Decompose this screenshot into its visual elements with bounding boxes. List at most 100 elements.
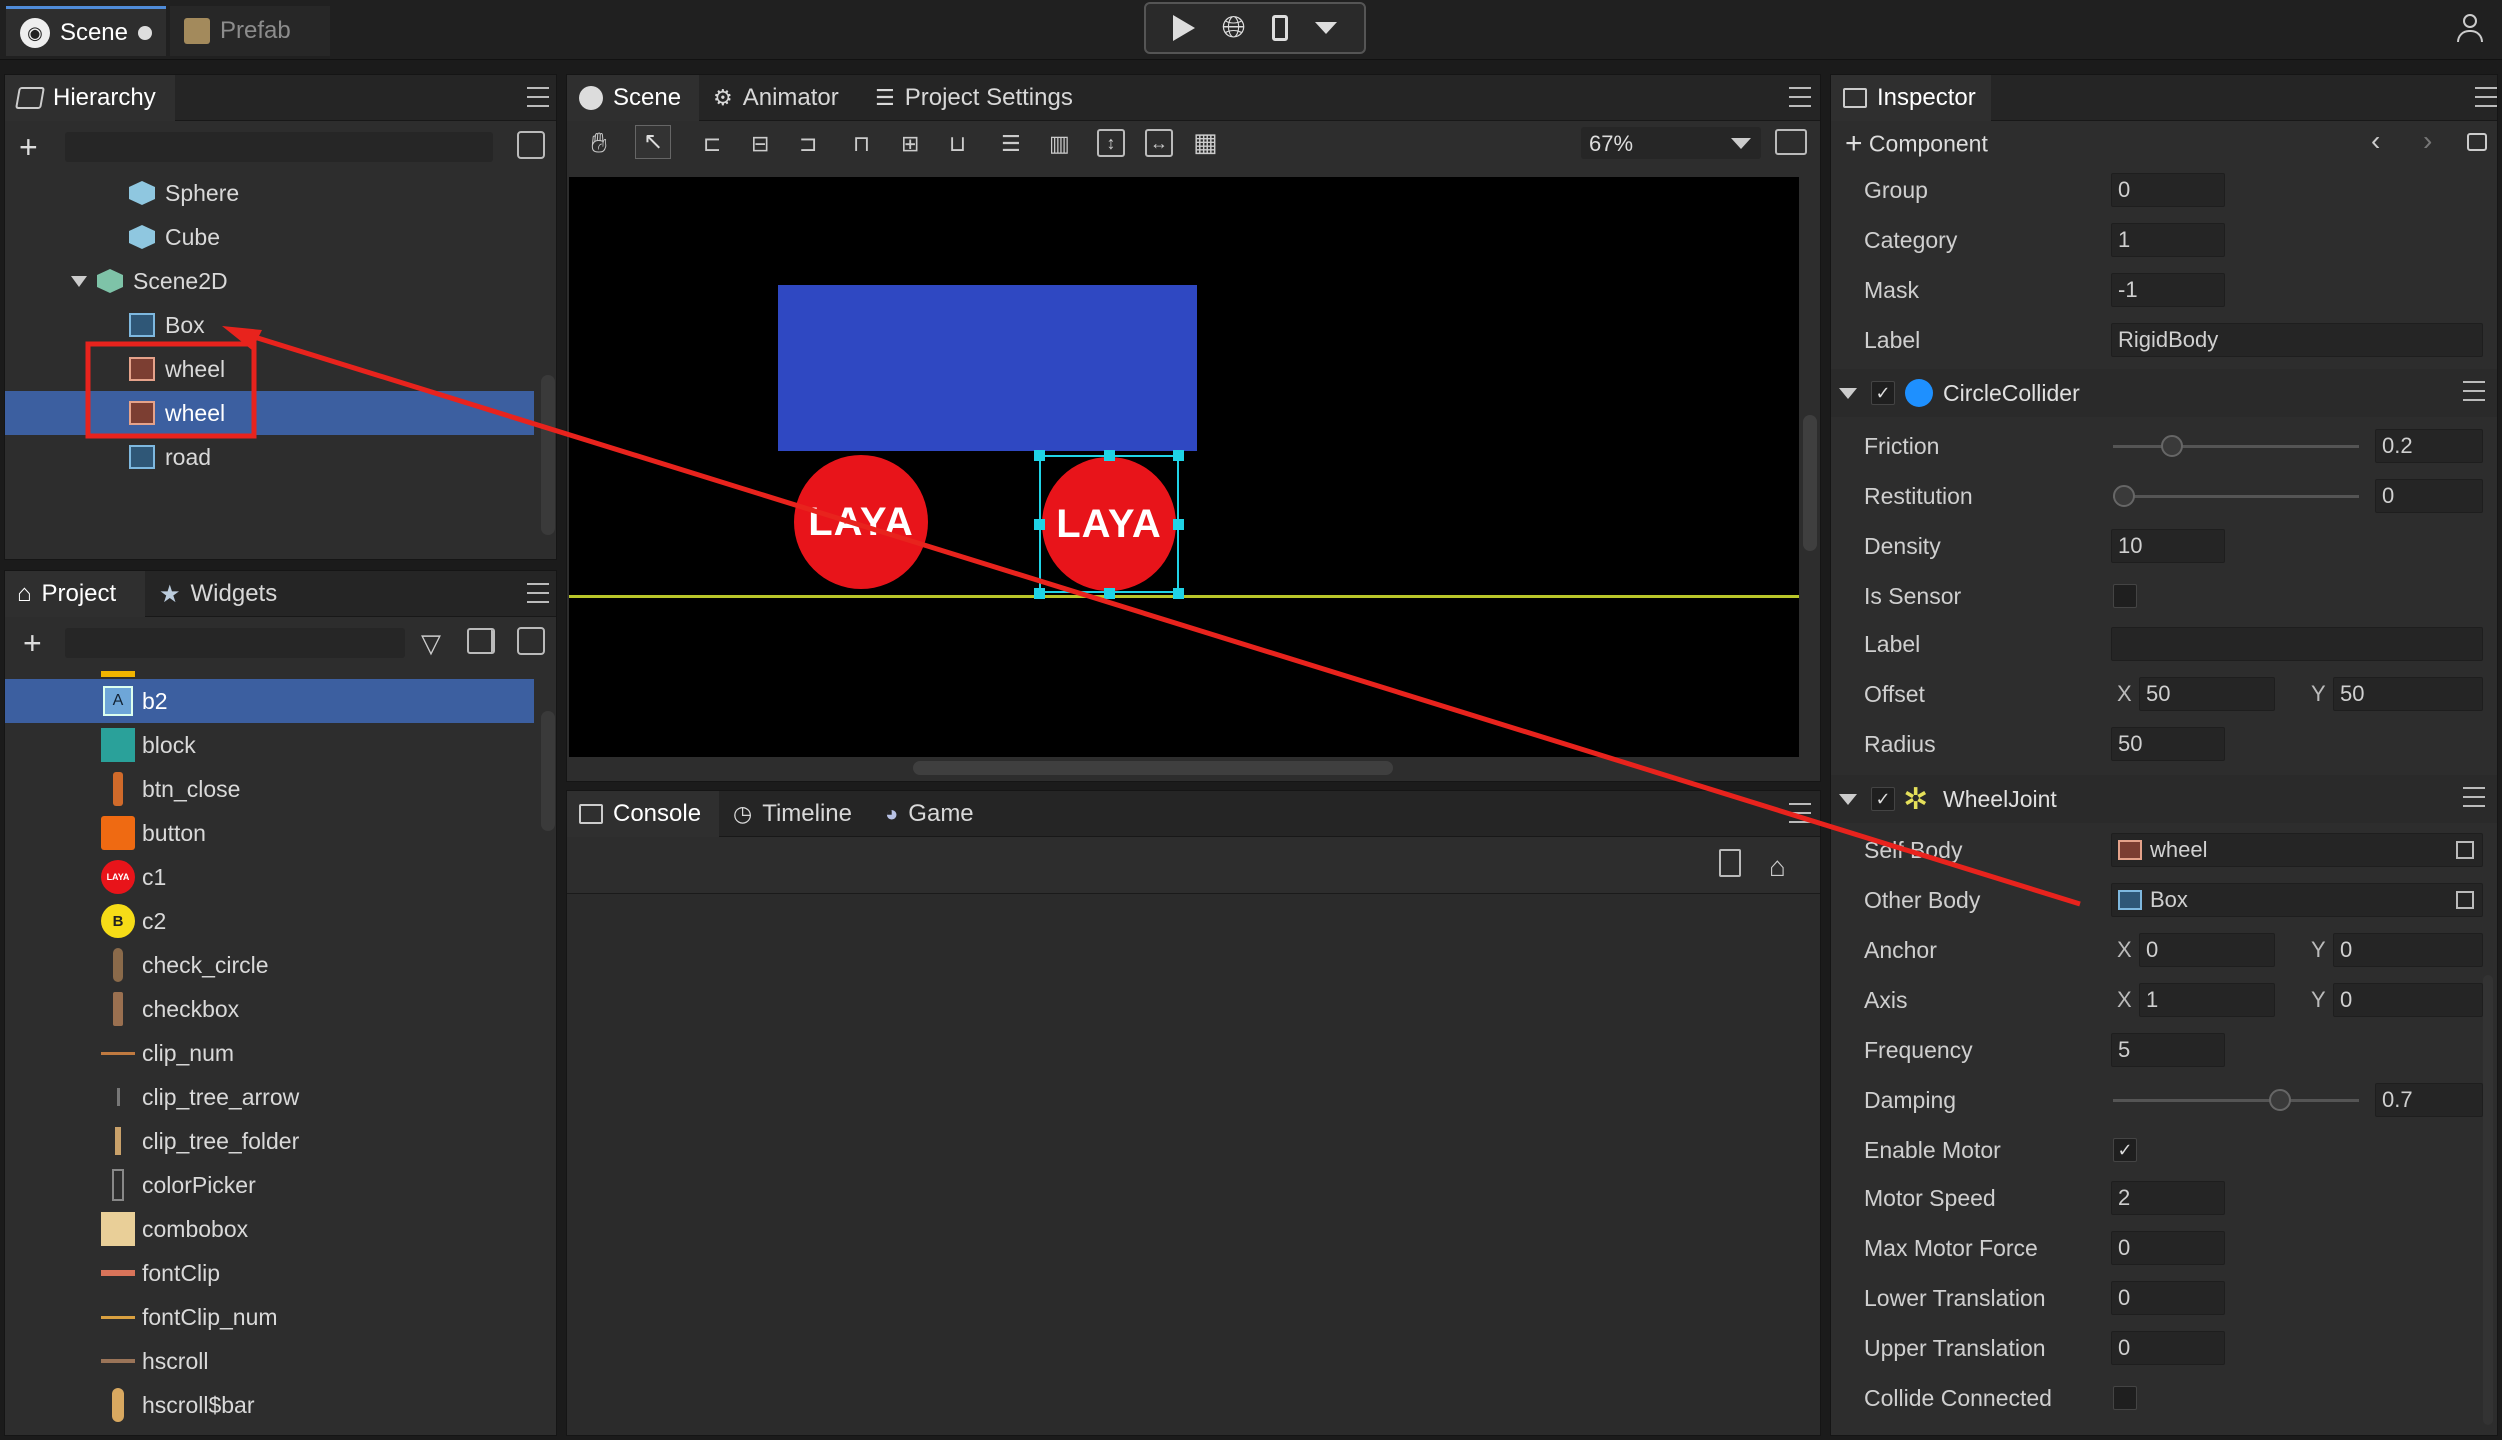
menu-icon[interactable] — [1789, 87, 1811, 107]
lock-icon[interactable] — [2467, 133, 2487, 151]
anchor-y-input[interactable]: 0 — [2333, 933, 2483, 967]
tab-project[interactable]: ⌂ Project — [5, 571, 145, 617]
collapse-arrow-icon[interactable] — [1839, 793, 1857, 805]
offset-y-input[interactable]: 50 — [2333, 677, 2483, 711]
self-body-field[interactable]: wheel — [2111, 833, 2483, 867]
upper-translation-input[interactable]: 0 — [2111, 1331, 2225, 1365]
tree-item-road[interactable]: road — [5, 435, 534, 479]
copy-icon[interactable] — [517, 131, 545, 159]
selection-handle[interactable] — [1034, 519, 1045, 530]
menu-icon[interactable] — [1789, 803, 1811, 823]
align-center-v-icon[interactable]: ⊞ — [901, 131, 919, 157]
tree-item-sphere[interactable]: Sphere — [5, 171, 534, 215]
offset-x-input[interactable]: 50 — [2139, 677, 2275, 711]
selection-handle[interactable] — [1104, 588, 1115, 599]
category-input[interactable]: 1 — [2111, 223, 2225, 257]
tab-scene[interactable]: Scene — [567, 75, 699, 121]
asset-item[interactable]: button — [5, 811, 534, 855]
selection-handle[interactable] — [1104, 450, 1115, 461]
asset-item[interactable]: clip_tree_arrow — [5, 1075, 534, 1119]
selection-handle[interactable] — [1173, 450, 1184, 461]
radius-input[interactable]: 50 — [2111, 727, 2225, 761]
max-motor-force-input[interactable]: 0 — [2111, 1231, 2225, 1265]
selection-handle[interactable] — [1034, 450, 1045, 461]
doc-tab-prefab[interactable]: Prefab — [170, 6, 330, 56]
copy-log-icon[interactable] — [1719, 849, 1741, 877]
zoom-select[interactable]: 67% — [1581, 127, 1761, 159]
mobile-device-icon[interactable] — [1272, 15, 1289, 41]
rigidbody-label-input[interactable]: RigidBody — [2111, 323, 2483, 357]
lower-translation-input[interactable]: 0 — [2111, 1281, 2225, 1315]
asset-item[interactable]: colorPicker — [5, 1163, 534, 1207]
asset-item[interactable]: checkbox — [5, 987, 534, 1031]
asset-item[interactable]: clip_tree_folder — [5, 1119, 534, 1163]
tab-console[interactable]: Console — [567, 791, 719, 837]
damping-slider-knob[interactable] — [2269, 1089, 2291, 1111]
tree-item-wheel-selected[interactable]: wheel — [5, 391, 534, 435]
asset-item[interactable]: B c2 — [5, 899, 534, 943]
hierarchy-scrollbar[interactable] — [541, 375, 555, 535]
asset-item[interactable]: block — [5, 723, 534, 767]
other-body-field[interactable]: Box — [2111, 883, 2483, 917]
circle-collider-header[interactable]: ✓ CircleCollider — [1831, 369, 2497, 417]
collapse-arrow-icon[interactable] — [1839, 387, 1857, 399]
add-icon[interactable]: + — [19, 129, 38, 166]
anchor-x-input[interactable]: 0 — [2139, 933, 2275, 967]
doc-tab-scene[interactable]: ◉ Scene — [6, 6, 166, 56]
project-search-input[interactable] — [65, 628, 405, 658]
asset-item[interactable]: check_circle — [5, 943, 534, 987]
project-scrollbar[interactable] — [541, 711, 555, 831]
canvas-h-scrollbar[interactable] — [913, 761, 1393, 775]
align-left-icon[interactable]: ⊏ — [703, 131, 721, 157]
damping-input[interactable]: 0.7 — [2375, 1083, 2483, 1117]
play-icon[interactable] — [1173, 15, 1196, 41]
tree-item-scene2d[interactable]: Scene2D — [5, 259, 534, 303]
tab-game[interactable]: ◕ Game — [873, 791, 1003, 837]
axis-x-input[interactable]: 1 — [2139, 983, 2275, 1017]
distribute-v-icon[interactable]: ☰ — [1001, 131, 1021, 157]
box-sprite[interactable] — [778, 285, 1197, 451]
hierarchy-search-input[interactable] — [65, 132, 493, 162]
add-component-button[interactable]: + Component — [1845, 127, 1988, 161]
tab-project-settings[interactable]: ☰ Project Settings — [863, 75, 1093, 121]
align-center-h-icon[interactable]: ⊟ — [751, 131, 769, 157]
chevron-down-icon[interactable] — [1314, 22, 1337, 34]
mask-input[interactable]: -1 — [2111, 273, 2225, 307]
hand-tool-icon[interactable]: ✋︎ — [591, 127, 607, 160]
frequency-input[interactable]: 5 — [2111, 1033, 2225, 1067]
axis-y-input[interactable]: 0 — [2333, 983, 2483, 1017]
damping-slider[interactable] — [2113, 1099, 2359, 1102]
group-input[interactable]: 0 — [2111, 173, 2225, 207]
collider-label-input[interactable] — [2111, 627, 2483, 661]
asset-item[interactable]: btn_close — [5, 767, 534, 811]
menu-icon[interactable] — [2475, 87, 2497, 107]
asset-item[interactable]: combobox — [5, 1207, 534, 1251]
asset-item[interactable]: fontClip_num — [5, 1295, 534, 1339]
canvas-v-scrollbar[interactable] — [1803, 415, 1817, 551]
enable-motor-checkbox[interactable]: ✓ — [2113, 1138, 2137, 1162]
asset-item[interactable]: fontClip — [5, 1251, 534, 1295]
selection-handle[interactable] — [1034, 588, 1045, 599]
split-view-icon[interactable] — [467, 628, 495, 654]
selection-handle[interactable] — [1173, 588, 1184, 599]
asset-item[interactable]: hscroll — [5, 1339, 534, 1383]
add-icon[interactable]: + — [23, 625, 42, 662]
friction-slider[interactable] — [2113, 445, 2359, 448]
align-right-icon[interactable]: ⊐ — [799, 131, 817, 157]
expand-arrow-icon[interactable] — [71, 275, 87, 287]
pick-target-icon[interactable] — [2456, 891, 2474, 909]
user-icon[interactable] — [2456, 14, 2484, 44]
enable-checkbox[interactable]: ✓ — [1871, 381, 1895, 405]
filter-icon[interactable]: ▽ — [421, 628, 441, 659]
enable-checkbox[interactable]: ✓ — [1871, 787, 1895, 811]
inspector-scrollbar[interactable] — [2483, 975, 2493, 1425]
forward-icon[interactable]: › — [2423, 125, 2432, 157]
fit-height-icon[interactable]: ↕ — [1097, 129, 1125, 157]
restitution-slider-knob[interactable] — [2113, 485, 2135, 507]
asset-item[interactable]: LAYA c1 — [5, 855, 534, 899]
restitution-slider[interactable] — [2113, 495, 2359, 498]
density-input[interactable]: 10 — [2111, 529, 2225, 563]
asset-item[interactable]: A b2 — [5, 679, 534, 723]
asset-item[interactable]: hscroll$bar — [5, 1383, 534, 1427]
tab-inspector[interactable]: Inspector — [1831, 75, 1991, 121]
